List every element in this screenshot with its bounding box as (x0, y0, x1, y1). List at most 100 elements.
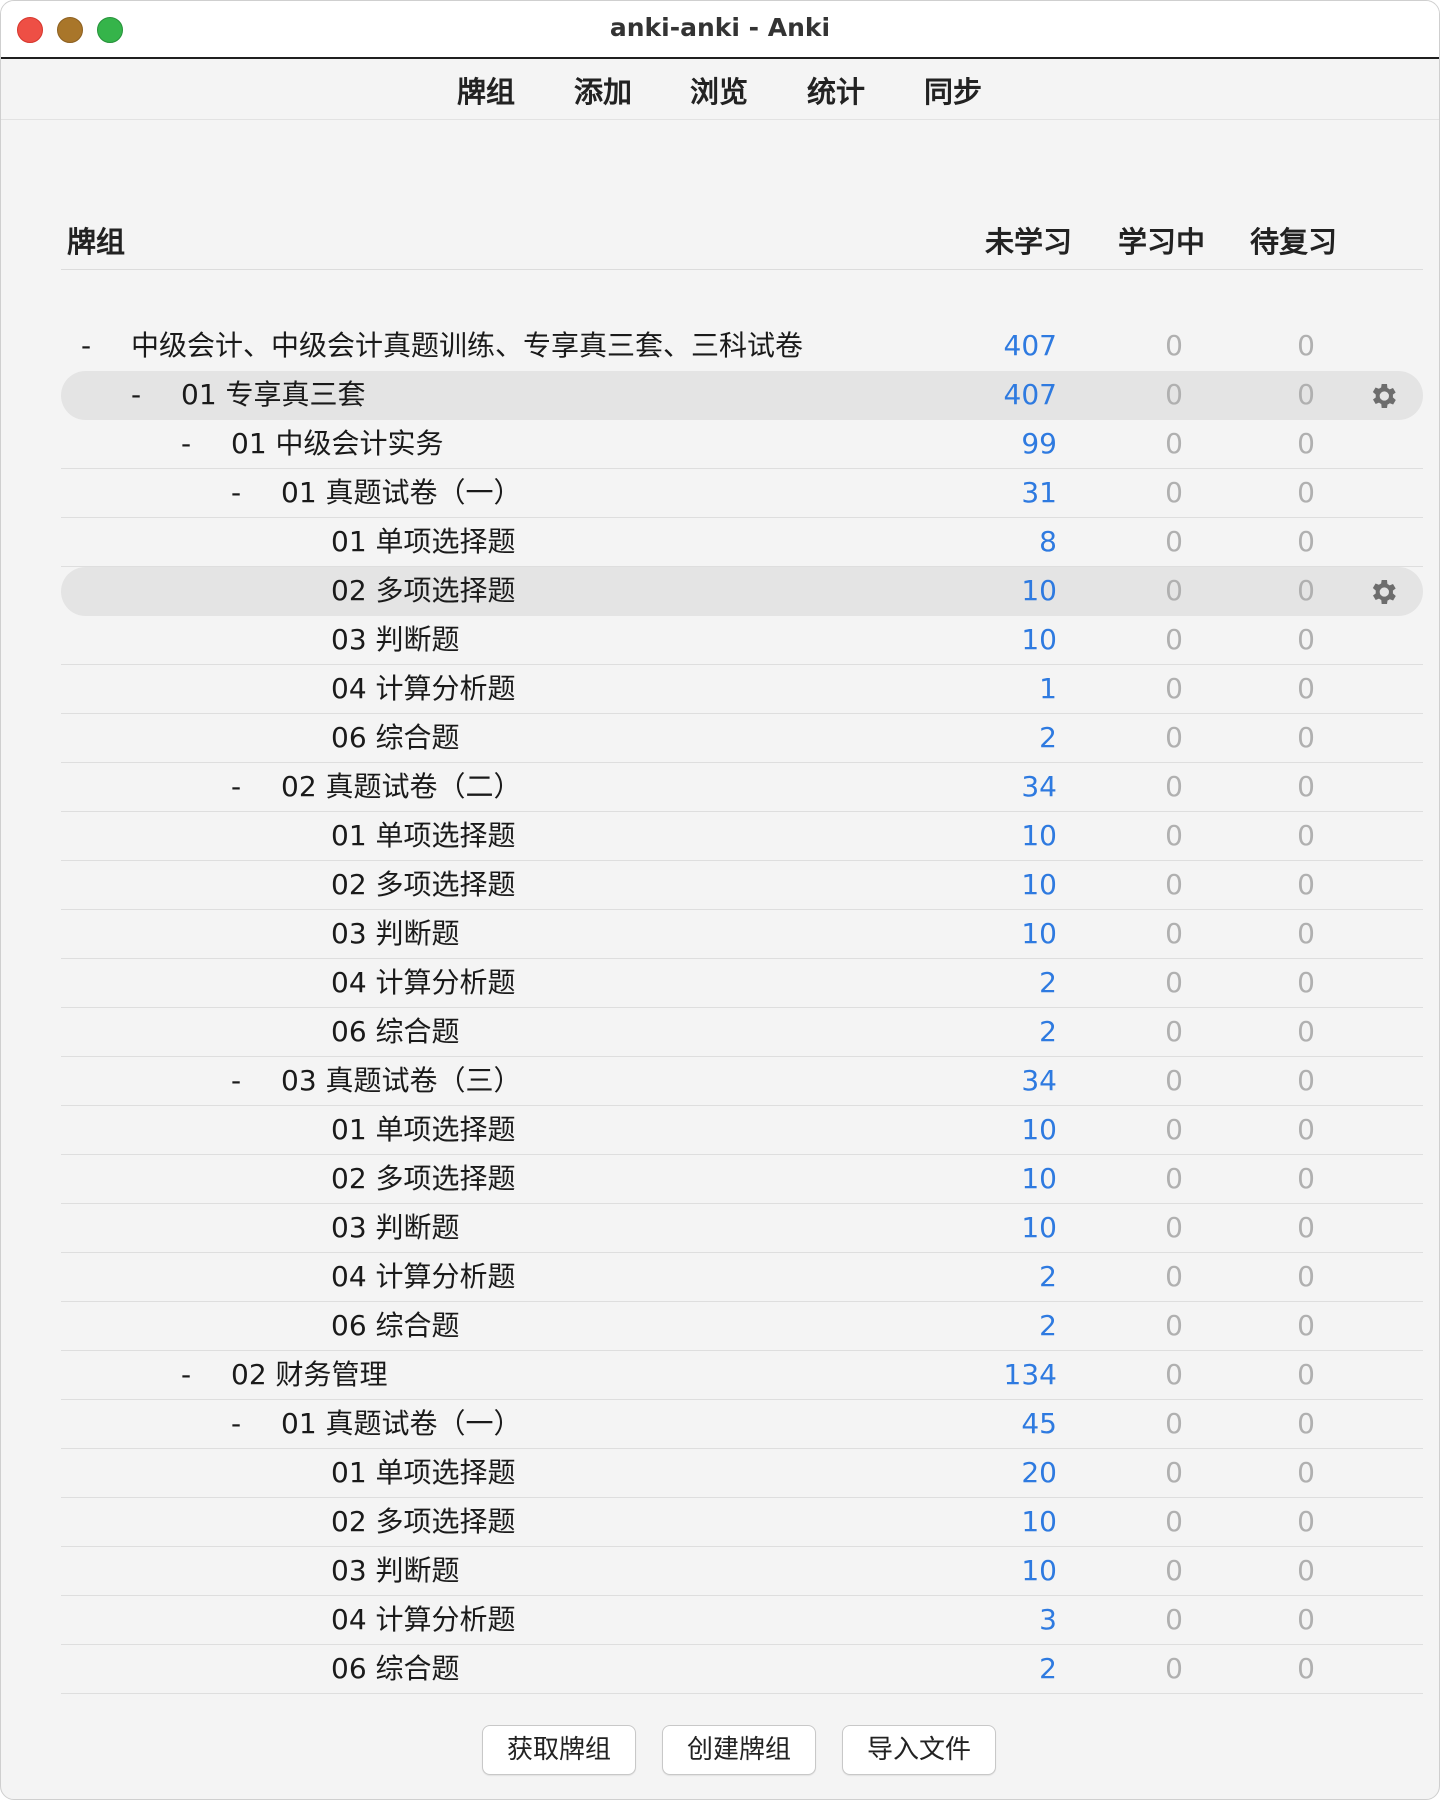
import-file-button[interactable]: 导入文件 (842, 1725, 996, 1775)
collapse-toggle[interactable]: - (231, 469, 281, 517)
deck-title[interactable]: 06 综合题 (331, 1309, 460, 1342)
gear-icon[interactable] (1367, 576, 1399, 608)
deck-title[interactable]: 02 多项选择题 (331, 1505, 516, 1538)
toolbar-stats[interactable]: 统计 (807, 69, 865, 111)
deck-title[interactable]: 01 单项选择题 (331, 1113, 516, 1146)
deck-name[interactable]: 02 多项选择题 (331, 1498, 516, 1546)
deck-title[interactable]: 03 判断题 (331, 917, 460, 950)
deck-row[interactable]: 01 单项选择题 10 0 0 (61, 1106, 1423, 1155)
deck-row[interactable]: -01 真题试卷（一） 45 0 0 (61, 1400, 1423, 1449)
deck-title[interactable]: 04 计算分析题 (331, 1260, 516, 1293)
deck-row[interactable]: -03 真题试卷（三） 34 0 0 (61, 1057, 1423, 1106)
deck-title[interactable]: 02 财务管理 (231, 1358, 388, 1391)
deck-title[interactable]: 04 计算分析题 (331, 966, 516, 999)
deck-name[interactable]: -02 财务管理 (181, 1351, 388, 1399)
deck-name[interactable]: 01 单项选择题 (331, 518, 516, 566)
deck-row[interactable]: 02 多项选择题 10 0 0 (61, 567, 1423, 616)
create-deck-button[interactable]: 创建牌组 (662, 1725, 816, 1775)
deck-name[interactable]: -03 真题试卷（三） (231, 1057, 522, 1105)
deck-name[interactable]: 02 多项选择题 (331, 567, 516, 615)
deck-row[interactable]: 04 计算分析题 2 0 0 (61, 1253, 1423, 1302)
deck-title[interactable]: 01 专享真三套 (181, 378, 366, 411)
deck-name[interactable]: 04 计算分析题 (331, 1253, 516, 1301)
deck-title[interactable]: 01 真题试卷（一） (281, 1407, 522, 1440)
deck-row[interactable]: 04 计算分析题 1 0 0 (61, 665, 1423, 714)
deck-title[interactable]: 02 多项选择题 (331, 868, 516, 901)
deck-name[interactable]: 03 判断题 (331, 616, 460, 664)
toolbar-sync[interactable]: 同步 (924, 69, 982, 111)
collapse-toggle[interactable]: - (181, 1351, 231, 1399)
deck-title[interactable]: 04 计算分析题 (331, 672, 516, 705)
deck-row[interactable]: -01 专享真三套 407 0 0 (61, 371, 1423, 420)
deck-row[interactable]: 03 判断题 10 0 0 (61, 1204, 1423, 1253)
deck-name[interactable]: 01 单项选择题 (331, 812, 516, 860)
deck-name[interactable]: 02 多项选择题 (331, 1155, 516, 1203)
deck-title[interactable]: 01 单项选择题 (331, 525, 516, 558)
deck-name[interactable]: -01 中级会计实务 (181, 420, 444, 468)
collapse-toggle[interactable]: - (231, 763, 281, 811)
toolbar-browse[interactable]: 浏览 (690, 69, 748, 111)
deck-row[interactable]: 03 判断题 10 0 0 (61, 1547, 1423, 1596)
collapse-toggle[interactable]: - (231, 1057, 281, 1105)
deck-title[interactable]: 03 判断题 (331, 623, 460, 656)
deck-row[interactable]: 01 单项选择题 20 0 0 (61, 1449, 1423, 1498)
deck-title[interactable]: 04 计算分析题 (331, 1603, 516, 1636)
deck-name[interactable]: 06 综合题 (331, 1302, 460, 1350)
deck-name[interactable]: 04 计算分析题 (331, 665, 516, 713)
deck-row[interactable]: -01 中级会计实务 99 0 0 (61, 420, 1423, 469)
deck-row[interactable]: 02 多项选择题 10 0 0 (61, 861, 1423, 910)
deck-row[interactable]: 03 判断题 10 0 0 (61, 910, 1423, 959)
deck-name[interactable]: - 中级会计、中级会计真题训练、专享真三套、三科试卷 (81, 322, 803, 370)
gear-icon[interactable] (1367, 380, 1399, 412)
deck-row[interactable]: 06 综合题 2 0 0 (61, 1008, 1423, 1057)
collapse-toggle[interactable]: - (81, 322, 131, 370)
deck-name[interactable]: -02 真题试卷（二） (231, 763, 522, 811)
deck-title[interactable]: 01 中级会计实务 (231, 427, 444, 460)
deck-name[interactable]: -01 专享真三套 (131, 371, 366, 419)
deck-row[interactable]: 01 单项选择题 10 0 0 (61, 812, 1423, 861)
collapse-toggle[interactable]: - (131, 371, 181, 419)
deck-title[interactable]: 中级会计、中级会计真题训练、专享真三套、三科试卷 (131, 329, 803, 362)
deck-title[interactable]: 03 真题试卷（三） (281, 1064, 522, 1097)
deck-name[interactable]: 03 判断题 (331, 1204, 460, 1252)
deck-name[interactable]: 03 判断题 (331, 1547, 460, 1595)
deck-row[interactable]: 02 多项选择题 10 0 0 (61, 1498, 1423, 1547)
toolbar-decks[interactable]: 牌组 (457, 69, 515, 111)
deck-row[interactable]: 06 综合题 2 0 0 (61, 714, 1423, 763)
deck-row[interactable]: 02 多项选择题 10 0 0 (61, 1155, 1423, 1204)
deck-name[interactable]: 02 多项选择题 (331, 861, 516, 909)
toolbar-add[interactable]: 添加 (574, 69, 632, 111)
deck-row[interactable]: 01 单项选择题 8 0 0 (61, 518, 1423, 567)
deck-name[interactable]: 06 综合题 (331, 1645, 460, 1693)
deck-row[interactable]: -02 财务管理 134 0 0 (61, 1351, 1423, 1400)
deck-name[interactable]: 01 单项选择题 (331, 1449, 516, 1497)
deck-row[interactable]: 04 计算分析题 2 0 0 (61, 959, 1423, 1008)
deck-title[interactable]: 01 单项选择题 (331, 819, 516, 852)
deck-row[interactable]: 06 综合题 2 0 0 (61, 1645, 1423, 1694)
deck-title[interactable]: 06 综合题 (331, 1652, 460, 1685)
get-shared-button[interactable]: 获取牌组 (482, 1725, 636, 1775)
deck-name[interactable]: -01 真题试卷（一） (231, 1400, 522, 1448)
deck-name[interactable]: 04 计算分析题 (331, 959, 516, 1007)
deck-name[interactable]: 06 综合题 (331, 714, 460, 762)
deck-title[interactable]: 06 综合题 (331, 1015, 460, 1048)
deck-row[interactable]: 04 计算分析题 3 0 0 (61, 1596, 1423, 1645)
deck-row[interactable]: -01 真题试卷（一） 31 0 0 (61, 469, 1423, 518)
deck-row[interactable]: 06 综合题 2 0 0 (61, 1302, 1423, 1351)
deck-title[interactable]: 02 多项选择题 (331, 574, 516, 607)
deck-title[interactable]: 01 真题试卷（一） (281, 476, 522, 509)
deck-name[interactable]: -01 真题试卷（一） (231, 469, 522, 517)
deck-name[interactable]: 06 综合题 (331, 1008, 460, 1056)
deck-title[interactable]: 02 真题试卷（二） (281, 770, 522, 803)
deck-row[interactable]: -02 真题试卷（二） 34 0 0 (61, 763, 1423, 812)
deck-title[interactable]: 01 单项选择题 (331, 1456, 516, 1489)
deck-title[interactable]: 03 判断题 (331, 1211, 460, 1244)
deck-name[interactable]: 04 计算分析题 (331, 1596, 516, 1644)
deck-title[interactable]: 02 多项选择题 (331, 1162, 516, 1195)
deck-row[interactable]: - 中级会计、中级会计真题训练、专享真三套、三科试卷 407 0 0 (61, 322, 1423, 371)
collapse-toggle[interactable]: - (231, 1400, 281, 1448)
deck-row[interactable]: 03 判断题 10 0 0 (61, 616, 1423, 665)
deck-title[interactable]: 06 综合题 (331, 721, 460, 754)
deck-name[interactable]: 03 判断题 (331, 910, 460, 958)
deck-name[interactable]: 01 单项选择题 (331, 1106, 516, 1154)
